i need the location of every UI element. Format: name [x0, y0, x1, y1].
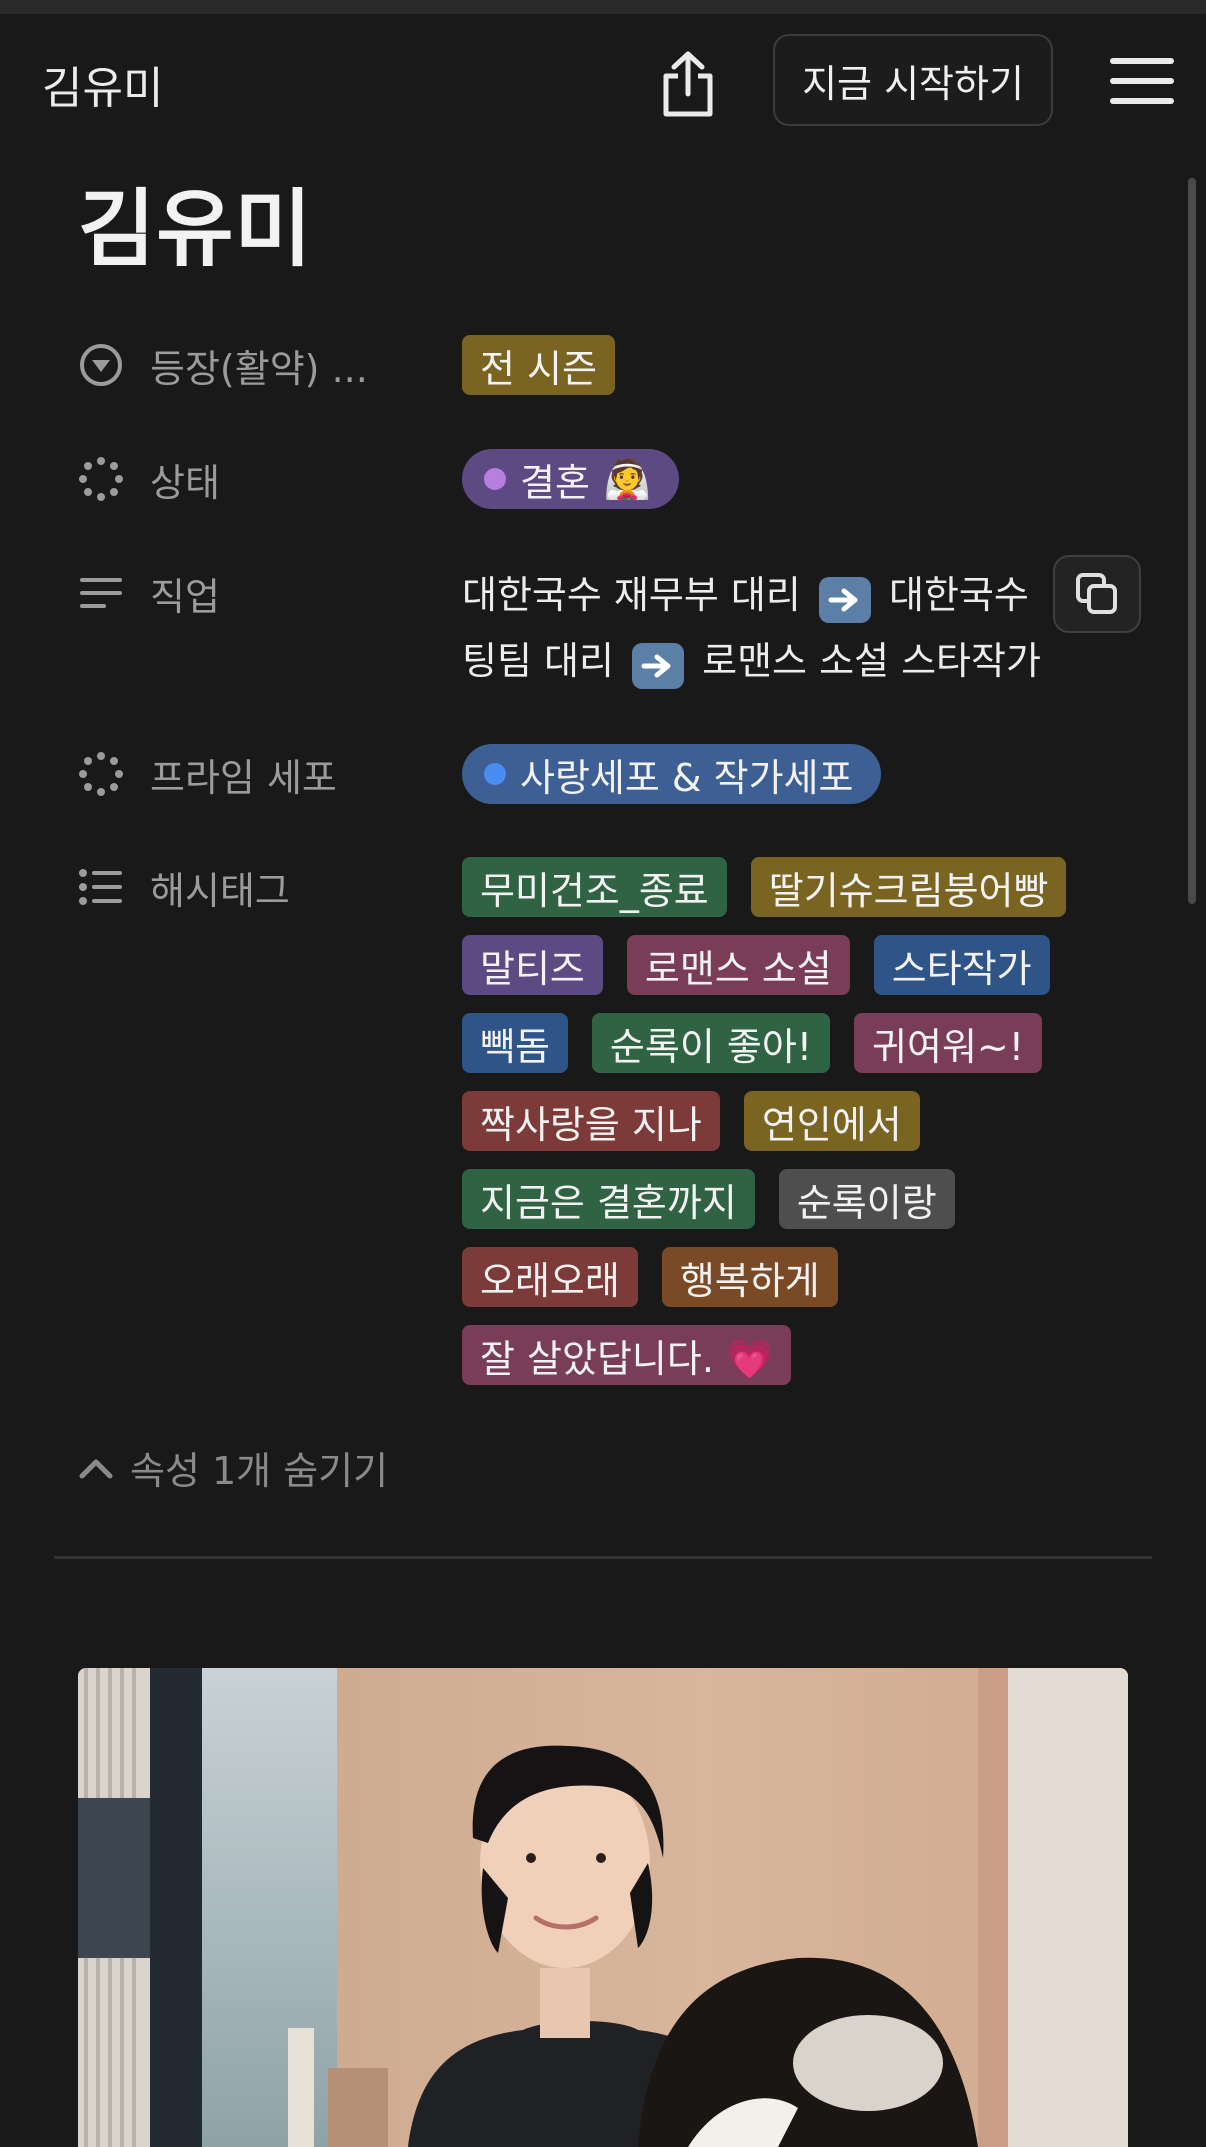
divider [54, 1556, 1152, 1559]
hashtag-tag: 순록이 좋아! [591, 1013, 831, 1073]
hashtag-tag: 빽돔 [462, 1013, 568, 1073]
arrow-right-emoji [632, 643, 685, 689]
hide-properties-toggle[interactable]: 속성 1개 숨기기 [78, 1440, 388, 1495]
job-text-part: 대한국수 재무부 대리 [462, 573, 801, 617]
status-spinner-icon [78, 751, 124, 797]
hide-properties-label: 속성 1개 숨기기 [130, 1449, 389, 1493]
photo-illustration [78, 1668, 1128, 2147]
property-label: 상태 [150, 460, 220, 505]
job-text-part: 팅팀 대리 [462, 639, 614, 683]
property-appearance[interactable]: 등장(활약) ... [78, 335, 368, 395]
cover-photo[interactable] [78, 1668, 1128, 2147]
property-job[interactable]: 직업 [78, 563, 220, 623]
hashtag-tag: 지금은 결혼까지 [462, 1169, 755, 1229]
hashtag-tag: 행복하게 [661, 1247, 838, 1307]
top-bar: 김유미 지금 시작하기 [0, 14, 1206, 144]
property-label: 프라임 세포 [150, 755, 337, 800]
prime-cell-value[interactable]: 사랑세포 & 작가세포 [462, 744, 882, 804]
hashtag-tag: 귀여워~! [854, 1013, 1043, 1073]
hashtag-tag: 딸기슈크림붕어빵 [750, 857, 1067, 917]
job-value[interactable]: 대한국수 재무부 대리 대한국수 팅팀 대리 로맨스 소설 스타작가 [462, 562, 1062, 694]
hashtag-tag: 오래오래 [462, 1247, 638, 1307]
property-hashtags[interactable]: 해시태그 [78, 857, 290, 917]
hashtag-tag: 짝사랑을 지나 [462, 1091, 720, 1151]
list-icon [78, 864, 124, 910]
dropdown-circle-icon [78, 342, 124, 388]
hashtags-value[interactable]: 무미건조_종료 딸기슈크림붕어빵 말티즈 로맨스 소설 스타작가 빽돔 순록이 … [462, 857, 1102, 1403]
share-icon [663, 51, 713, 117]
property-label: 해시태그 [150, 868, 290, 913]
status-pill: 결혼 👰 [462, 449, 680, 509]
hashtag-tag: 연인에서 [743, 1091, 920, 1151]
prime-cell-pill: 사랑세포 & 작가세포 [462, 744, 882, 804]
arrow-right-emoji [818, 577, 871, 623]
copy-icon [1076, 573, 1117, 614]
copy-button[interactable] [1053, 555, 1141, 633]
status-value[interactable]: 결혼 👰 [462, 449, 680, 509]
text-lines-icon [78, 570, 124, 616]
share-button[interactable] [648, 34, 728, 134]
hashtag-tag: 로맨스 소설 [626, 935, 850, 995]
page-title: 김유미 [78, 180, 313, 278]
menu-button[interactable] [1110, 54, 1174, 114]
hashtag-tag: 스타작가 [873, 935, 1050, 995]
status-dot [484, 468, 506, 490]
app-title: 김유미 [42, 63, 164, 114]
scrollbar[interactable] [1188, 178, 1196, 904]
hashtag-tag: 순록이랑 [778, 1169, 955, 1229]
job-text-part: 대한국수 [889, 573, 1029, 617]
appearance-tag: 전 시즌 [462, 335, 615, 395]
property-status[interactable]: 상태 [78, 449, 220, 509]
bride-emoji: 👰 [603, 456, 652, 501]
status-strip [0, 0, 1206, 14]
property-label: 직업 [150, 574, 220, 619]
start-now-button[interactable]: 지금 시작하기 [773, 34, 1053, 126]
chevron-up-icon [79, 1459, 113, 1478]
property-prime-cell[interactable]: 프라임 세포 [78, 744, 337, 804]
job-text-part: 로맨스 소설 스타작가 [702, 639, 1041, 683]
appearance-value[interactable]: 전 시즌 [462, 335, 615, 395]
menu-icon [1110, 58, 1174, 64]
property-label: 등장(활약) ... [150, 346, 368, 391]
status-text: 결혼 [520, 460, 590, 505]
hashtag-tag: 무미건조_종료 [462, 857, 727, 917]
status-spinner-icon [78, 456, 124, 502]
prime-cell-dot [484, 763, 506, 785]
hashtag-tag: 잘 살았답니다. 💗 [462, 1325, 792, 1385]
hashtag-tag: 말티즈 [462, 935, 603, 995]
prime-cell-text: 사랑세포 & 작가세포 [520, 755, 854, 800]
